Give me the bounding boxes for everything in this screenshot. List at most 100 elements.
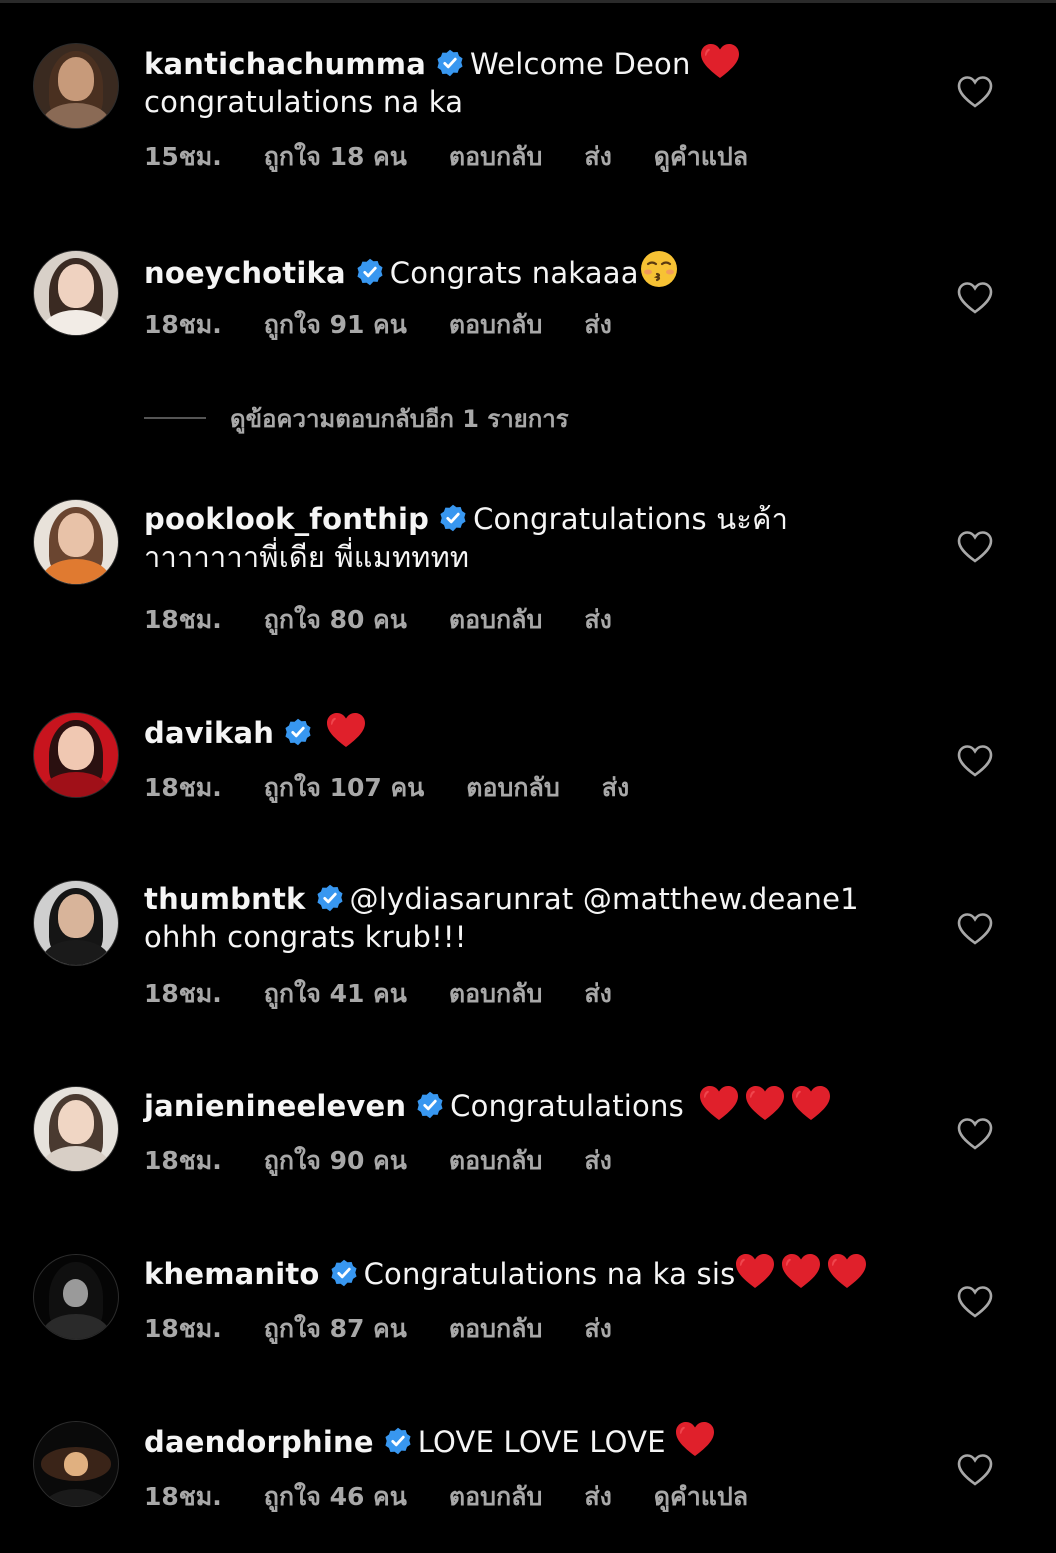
comment-meta: 18ชม. ถูกใจ 107 คน ตอบกลับ ส่ง: [144, 768, 671, 808]
comment-body-line2: าาาาาาาพี่เดีย พี่แมทททท: [144, 540, 470, 574]
avatar[interactable]: [33, 1086, 119, 1172]
comment-text: janienineeleven Congratulations: [144, 1085, 924, 1125]
timestamp: 18ชม.: [144, 773, 222, 802]
avatar[interactable]: [33, 1254, 119, 1340]
red-heart-emoji: [828, 1254, 867, 1288]
username[interactable]: thumbntk: [144, 882, 306, 916]
see-translation-button[interactable]: ดูคำแปล: [654, 142, 748, 171]
heart-outline-icon[interactable]: [957, 281, 993, 315]
red-heart-emoji: [792, 1086, 831, 1120]
heart-outline-icon[interactable]: [957, 1453, 993, 1487]
likes-count[interactable]: ถูกใจ 80 คน: [264, 605, 407, 634]
likes-count[interactable]: ถูกใจ 46 คน: [264, 1482, 407, 1511]
send-button[interactable]: ส่ง: [602, 773, 629, 802]
reply-button[interactable]: ตอบกลับ: [449, 605, 542, 634]
send-button[interactable]: ส่ง: [584, 142, 611, 171]
timestamp: 18ชม.: [144, 1314, 222, 1343]
verified-badge-icon: [357, 258, 383, 286]
heart-outline-icon[interactable]: [957, 530, 993, 564]
red-heart-emoji: [676, 1422, 715, 1456]
timestamp: 15ชม.: [144, 142, 222, 171]
heart-outline-icon[interactable]: [957, 1117, 993, 1151]
verified-badge-icon: [437, 49, 463, 77]
comment-meta: 18ชม. ถูกใจ 80 คน ตอบกลับ ส่ง: [144, 600, 654, 640]
reply-button[interactable]: ตอบกลับ: [449, 1482, 542, 1511]
verified-badge-icon: [285, 718, 311, 746]
avatar[interactable]: [33, 712, 119, 798]
likes-count[interactable]: ถูกใจ 18 คน: [264, 142, 407, 171]
heart-outline-icon[interactable]: [957, 1285, 993, 1319]
comment-body: Welcome Deon: [470, 47, 700, 81]
reply-button[interactable]: ตอบกลับ: [449, 1314, 542, 1343]
send-button[interactable]: ส่ง: [584, 310, 611, 339]
replies-divider-line: [144, 417, 206, 419]
comment-text: noeychotika Congrats nakaaa: [144, 249, 924, 292]
username[interactable]: kantichachumma: [144, 47, 426, 81]
comment-body-line2: congratulations na ka: [144, 85, 464, 119]
timestamp: 18ชม.: [144, 1482, 222, 1511]
comment-text: daendorphine LOVE LOVE LOVE: [144, 1421, 924, 1461]
timestamp: 18ชม.: [144, 310, 222, 339]
comment-meta: 18ชม. ถูกใจ 87 คน ตอบกลับ ส่ง: [144, 1309, 654, 1349]
heart-outline-icon[interactable]: [957, 912, 993, 946]
comment-meta: 18ชม. ถูกใจ 91 คน ตอบกลับ ส่ง: [144, 305, 654, 345]
comment-text: khemanito Congratulations na ka sis: [144, 1253, 924, 1293]
send-button[interactable]: ส่ง: [584, 605, 611, 634]
comment-body: Congratulations นะค้า: [473, 502, 789, 536]
top-edge-divider: [0, 0, 1056, 3]
likes-count[interactable]: ถูกใจ 107 คน: [264, 773, 425, 802]
send-button[interactable]: ส่ง: [584, 979, 611, 1008]
timestamp: 18ชม.: [144, 605, 222, 634]
verified-badge-icon: [331, 1259, 357, 1287]
avatar[interactable]: [33, 43, 119, 129]
send-button[interactable]: ส่ง: [584, 1482, 611, 1511]
see-translation-button[interactable]: ดูคำแปล: [654, 1482, 748, 1511]
verified-badge-icon: [317, 884, 343, 912]
reply-button[interactable]: ตอบกลับ: [449, 310, 542, 339]
username[interactable]: khemanito: [144, 1257, 320, 1291]
avatar[interactable]: [33, 499, 119, 585]
heart-outline-icon[interactable]: [957, 75, 993, 109]
red-heart-emoji: [736, 1254, 775, 1288]
red-heart-emoji: [782, 1254, 821, 1288]
likes-count[interactable]: ถูกใจ 91 คน: [264, 310, 407, 339]
avatar[interactable]: [33, 1421, 119, 1507]
avatar[interactable]: [33, 250, 119, 336]
timestamp: 18ชม.: [144, 979, 222, 1008]
verified-badge-icon: [440, 504, 466, 532]
likes-count[interactable]: ถูกใจ 41 คน: [264, 979, 407, 1008]
verified-badge-icon: [385, 1427, 411, 1455]
reply-button[interactable]: ตอบกลับ: [449, 1146, 542, 1175]
reply-button[interactable]: ตอบกลับ: [466, 773, 559, 802]
timestamp: 18ชม.: [144, 1146, 222, 1175]
send-button[interactable]: ส่ง: [584, 1314, 611, 1343]
comment-meta: 18ชม. ถูกใจ 46 คน ตอบกลับ ส่ง ดูคำแปล: [144, 1477, 790, 1517]
comment-body: Congrats nakaaa: [389, 256, 639, 290]
comment-body-line2: ohhh congrats krub!!!: [144, 920, 467, 954]
username[interactable]: daendorphine: [144, 1425, 374, 1459]
red-heart-emoji: [700, 1086, 739, 1120]
username[interactable]: janienineeleven: [144, 1089, 406, 1123]
comment-meta: 18ชม. ถูกใจ 41 คน ตอบกลับ ส่ง: [144, 974, 654, 1014]
avatar[interactable]: [33, 880, 119, 966]
view-more-replies-button[interactable]: ดูข้อความตอบกลับอีก 1 รายการ: [144, 400, 569, 436]
reply-button[interactable]: ตอบกลับ: [449, 142, 542, 171]
reply-button[interactable]: ตอบกลับ: [449, 979, 542, 1008]
send-button[interactable]: ส่ง: [584, 1146, 611, 1175]
view-more-replies-label: ดูข้อความตอบกลับอีก 1 รายการ: [230, 404, 569, 433]
comment-text: pooklook_fonthip Congratulations นะค้า าา…: [144, 500, 924, 576]
red-heart-emoji: [746, 1086, 785, 1120]
red-heart-emoji: [327, 713, 366, 747]
username[interactable]: davikah: [144, 716, 274, 750]
likes-count[interactable]: ถูกใจ 87 คน: [264, 1314, 407, 1343]
comment-body: Congratulations: [450, 1089, 694, 1123]
heart-outline-icon[interactable]: [957, 744, 993, 778]
username[interactable]: noeychotika: [144, 256, 346, 290]
likes-count[interactable]: ถูกใจ 90 คน: [264, 1146, 407, 1175]
comment-text: thumbntk @lydiasarunrat @matthew.deane1 o…: [144, 880, 924, 956]
comment-text: davikah: [144, 712, 924, 752]
username[interactable]: pooklook_fonthip: [144, 502, 429, 536]
comment-meta: 18ชม. ถูกใจ 90 คน ตอบกลับ ส่ง: [144, 1141, 654, 1181]
comment-body: Congratulations na ka sis: [363, 1257, 736, 1291]
comment-body: @lydiasarunrat @matthew.deane1: [349, 882, 859, 916]
